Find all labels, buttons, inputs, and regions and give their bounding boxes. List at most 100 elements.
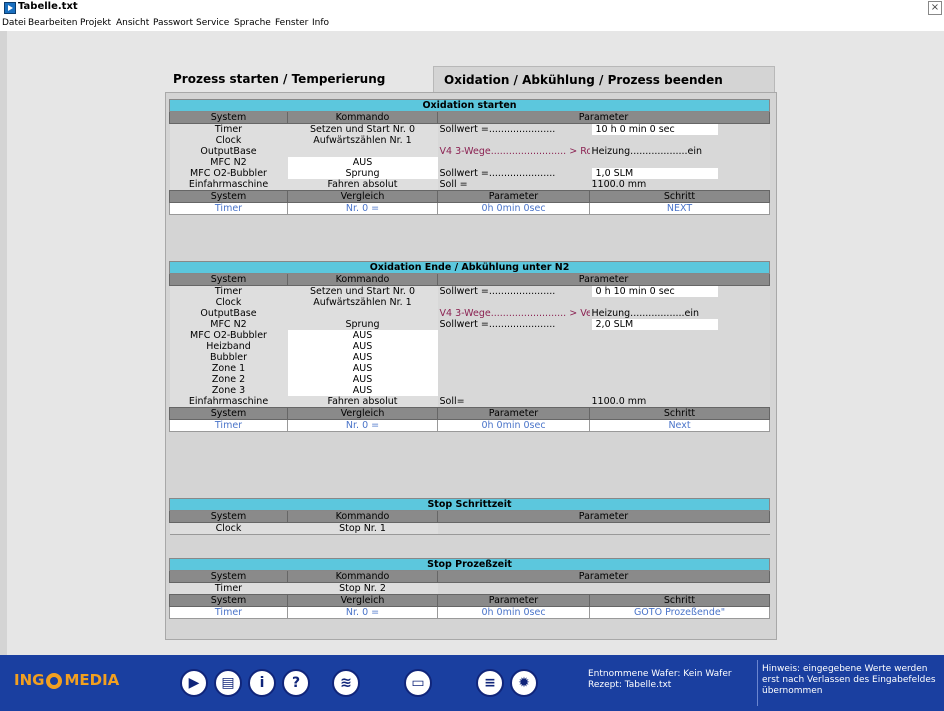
command-cell[interactable] [287,146,438,157]
column-header-system: System [169,570,288,583]
parameter-cell [437,341,770,352]
compare-schritt[interactable]: GOTO Prozeßende" [588,606,771,619]
system-cell: Einfahrmaschine [169,396,288,408]
section-oxidation-starten: Oxidation starten System Kommando Parame… [168,99,771,215]
compare-vergleich[interactable]: Nr. 0 = [287,202,438,215]
valve-parameter[interactable]: V4 3-Wege......................... > Roh… [437,146,590,157]
table-row: Einfahrmaschine Fahren absolut Soll = 11… [169,179,770,191]
menu-info[interactable]: Info [312,18,329,28]
parameter-label: Sollwert =...................... [437,168,590,179]
hint-line-3: übernommen [762,686,823,696]
column-header-kommando: Kommando [287,111,438,124]
compare-schritt[interactable]: NEXT [588,202,771,215]
column-header-kommando: Kommando [287,510,438,523]
menu-bar: Datei Bearbeiten Projekt Ansicht Passwor… [0,16,944,30]
parameter-cell [437,363,770,374]
compare-system[interactable]: Timer [169,419,288,432]
timer-value-field[interactable]: 0 h 10 min 0 sec [591,286,718,297]
tab-oxidation[interactable]: Oxidation / Abkühlung / Prozess beenden [433,66,775,92]
command-cell[interactable]: Stop Nr. 1 [287,522,438,535]
hint-line-1: Hinweis: eingegebene Werte werden [762,664,928,674]
command-cell[interactable]: AUS [287,374,438,385]
status-divider [757,660,758,706]
compare-system[interactable]: Timer [169,202,288,215]
compare-parameter[interactable]: 0h 0min 0sec [437,202,590,215]
system-cell: Clock [169,135,288,146]
menu-datei[interactable]: Datei [2,18,26,28]
heating-parameter[interactable]: Heizung..................ein [589,308,770,319]
parameter-cell [437,135,770,146]
command-cell[interactable]: Stop Nr. 2 [287,582,438,595]
column-header-kommando: Kommando [287,273,438,286]
system-cell: Timer [169,582,288,595]
compare-vergleich[interactable]: Nr. 0 = [287,419,438,432]
flow-value-field[interactable]: 1,0 SLM [591,168,718,179]
compare-parameter[interactable]: 0h 0min 0sec [437,419,590,432]
system-cell: Zone 3 [169,385,288,396]
layers-icon[interactable]: ≋ [332,669,360,697]
command-cell[interactable]: Aufwärtszählen Nr. 1 [287,297,438,308]
position-value-field[interactable]: 1100.0 mm [589,396,770,408]
column-header-schritt: Schritt [588,594,771,607]
command-cell[interactable] [287,308,438,319]
logo-text-right: MEDIA [64,671,120,689]
close-button[interactable]: × [928,1,942,15]
compare-system[interactable]: Timer [169,606,288,619]
tab-bar: Prozess starten / Temperierung Oxidation… [165,66,775,92]
heating-parameter[interactable]: Heizung...................ein [589,146,770,157]
menu-fenster[interactable]: Fenster [275,18,308,28]
printer-icon[interactable]: ▤ [214,669,242,697]
film-icon[interactable]: ▭ [404,669,432,697]
help-icon[interactable]: ? [282,669,310,697]
menu-ansicht[interactable]: Ansicht [116,18,149,28]
command-cell[interactable]: AUS [287,363,438,374]
compare-schritt[interactable]: Next [588,419,771,432]
parameter-cell [437,522,770,535]
logo-text-left: ING [14,671,45,689]
compare-vergleich[interactable]: Nr. 0 = [287,606,438,619]
play-icon[interactable]: ▶ [180,669,208,697]
section-title: Stop Schrittzeit [169,498,770,511]
valve-parameter[interactable]: V4 3-Wege......................... > Ven… [437,308,590,319]
parameter-label: Sollwert =...................... [437,285,590,297]
command-cell[interactable]: Setzen und Start Nr. 0 [287,285,438,297]
table-row: Timer Setzen und Start Nr. 0 Sollwert =.… [169,285,770,297]
system-cell: Clock [169,522,288,535]
command-cell[interactable]: Sprung [287,319,438,330]
system-cell: Zone 2 [169,374,288,385]
command-cell[interactable]: AUS [287,352,438,363]
gear-icon[interactable]: ✹ [510,669,538,697]
menu-service[interactable]: Service [196,18,229,28]
table-row: Zone 2 AUS [169,374,770,385]
table-row: Zone 1 AUS [169,363,770,374]
command-cell[interactable]: Aufwärtszählen Nr. 1 [287,135,438,146]
system-cell: OutputBase [169,308,288,319]
tab-prozess-starten[interactable]: Prozess starten / Temperierung [165,66,433,92]
table-row: Timer Setzen und Start Nr. 0 Sollwert =.… [169,123,770,135]
command-cell[interactable]: Sprung [287,168,438,179]
parameter-label: Soll= [437,396,590,408]
command-cell[interactable]: Fahren absolut [287,179,438,191]
document-icon[interactable]: ≡ [476,669,504,697]
system-cell: MFC O2-Bubbler [169,330,288,341]
command-cell[interactable]: Fahren absolut [287,396,438,408]
flow-value-field[interactable]: 2,0 SLM [591,319,718,330]
compare-parameter[interactable]: 0h 0min 0sec [437,606,590,619]
position-value-field[interactable]: 1100.0 mm [589,179,770,191]
command-cell[interactable]: AUS [287,330,438,341]
menu-sprache[interactable]: Sprache [234,18,271,28]
command-cell[interactable]: AUS [287,385,438,396]
command-cell[interactable]: AUS [287,341,438,352]
section-title: Oxidation starten [168,99,771,112]
column-header-parameter: Parameter [436,111,771,124]
command-cell[interactable]: Setzen und Start Nr. 0 [287,123,438,135]
status-info: Entnommene Wafer: Kein Wafer Rezept: Tab… [588,669,732,691]
column-header-vergleich: Vergleich [287,407,438,420]
section-title: Stop Prozeßzeit [168,558,771,571]
menu-projekt[interactable]: Projekt [80,18,111,28]
info-icon[interactable]: i [248,669,276,697]
command-cell[interactable]: AUS [287,157,438,168]
menu-passwort[interactable]: Passwort [153,18,193,28]
timer-value-field[interactable]: 10 h 0 min 0 sec [591,124,718,135]
menu-bearbeiten[interactable]: Bearbeiten [28,18,77,28]
